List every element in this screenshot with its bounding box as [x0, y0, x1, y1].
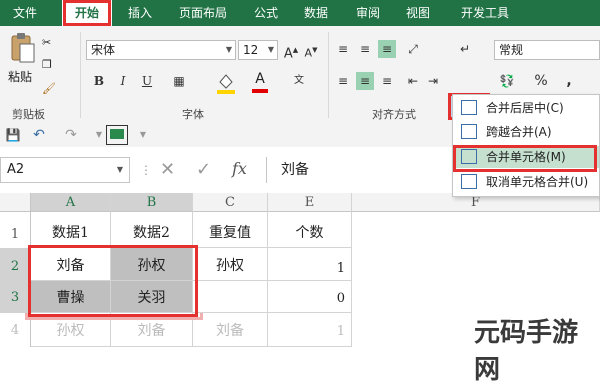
font-name-dropdown[interactable]: 宋体 ▼	[86, 40, 236, 60]
enter-icon[interactable]: ✓	[196, 159, 211, 180]
borders-icon[interactable]: ▦	[170, 72, 188, 90]
phonetic-icon[interactable]: 文	[290, 72, 308, 90]
number-format-value: 常规	[499, 43, 524, 57]
font-size-dropdown[interactable]: 12 ▼	[238, 40, 278, 60]
cell-a1[interactable]: 数据1	[31, 212, 111, 248]
wrap-text-icon[interactable]: ↵	[456, 40, 474, 58]
align-center-icon[interactable]: ≡	[356, 72, 374, 90]
column-header-e[interactable]: E	[268, 193, 352, 212]
column-header-c[interactable]: C	[193, 193, 268, 212]
menu-item-merge-center[interactable]: 合并后居中(C)	[453, 97, 599, 119]
grow-font-button[interactable]: A▲	[282, 41, 300, 61]
row-header-3[interactable]: 3	[0, 281, 31, 313]
align-left-icon[interactable]: ≡	[334, 72, 352, 90]
fill-color-button[interactable]	[216, 72, 236, 94]
merge-cells-highlight	[453, 145, 597, 172]
chevron-down-icon: ▼	[225, 45, 232, 54]
chevron-down-icon: ▼	[267, 45, 274, 54]
group-divider	[80, 32, 81, 118]
redo-icon[interactable]: ↷	[62, 126, 80, 144]
cell-e4[interactable]: 1	[268, 313, 352, 347]
tab-formulas[interactable]: 公式	[246, 0, 286, 26]
tab-data[interactable]: 数据	[296, 0, 336, 26]
currency-icon[interactable]: 💱	[498, 72, 516, 90]
save-icon[interactable]: 💾	[4, 126, 22, 144]
undo-icon[interactable]: ↶	[30, 126, 48, 144]
row-header-2[interactable]: 2	[0, 248, 31, 281]
name-box[interactable]: A2 ▼	[0, 157, 130, 183]
cell-c4[interactable]: 刘备	[193, 313, 268, 347]
selection-shadow	[25, 313, 203, 320]
column-header-a[interactable]: A	[31, 193, 111, 212]
number-format-dropdown[interactable]: 常规	[494, 40, 600, 60]
tab-file[interactable]: 文件	[0, 0, 50, 26]
tab-review[interactable]: 审阅	[348, 0, 388, 26]
resize-handle[interactable]: ⋮	[140, 157, 152, 183]
font-name-value: 宋体	[91, 43, 116, 57]
italic-button[interactable]: I	[114, 72, 132, 90]
customize-icon[interactable]: ▼	[134, 126, 152, 144]
font-group-label: 字体	[182, 108, 204, 121]
cancel-icon[interactable]: ✕	[160, 159, 175, 180]
fill-bucket-icon	[217, 74, 235, 94]
cell-e1[interactable]: 个数	[268, 212, 352, 248]
cell-c3[interactable]	[193, 281, 268, 313]
clipboard-group-label: 剪贴板	[12, 108, 45, 121]
paste-label: 粘贴	[8, 70, 33, 84]
tab-view[interactable]: 视图	[398, 0, 438, 26]
paste-icon	[11, 33, 35, 63]
orientation-icon[interactable]: ⤢	[404, 40, 422, 58]
percent-button[interactable]: %	[532, 72, 550, 90]
align-middle-icon[interactable]: ≡	[356, 40, 374, 58]
screen-icon[interactable]	[106, 125, 128, 145]
align-right-icon[interactable]: ≡	[378, 72, 396, 90]
alignment-group-label: 对齐方式	[372, 108, 416, 121]
decrease-indent-icon[interactable]: ⇤	[404, 72, 422, 90]
bold-button[interactable]: B	[90, 72, 108, 90]
merge-across-icon	[461, 124, 477, 139]
font-size-value: 12	[243, 43, 259, 57]
column-header-b[interactable]: B	[111, 193, 193, 212]
tab-insert[interactable]: 插入	[120, 0, 160, 26]
chevron-down-icon: ▼	[116, 165, 123, 174]
row-header-1[interactable]: 1	[0, 212, 31, 248]
font-color-button[interactable]: A	[250, 71, 270, 93]
home-tab-highlight	[63, 0, 111, 26]
selection-highlight	[28, 245, 198, 317]
cell-e3[interactable]: 0	[268, 281, 352, 313]
tab-page-layout[interactable]: 页面布局	[168, 0, 238, 26]
format-painter-icon[interactable]: 🖌	[42, 82, 56, 95]
merge-center-icon	[461, 100, 477, 115]
increase-indent-icon[interactable]: ⇥	[424, 72, 442, 90]
select-all-corner[interactable]	[0, 193, 31, 212]
cell-e2[interactable]: 1	[268, 248, 352, 281]
align-bottom-icon[interactable]: ≡	[378, 40, 396, 58]
watermark-logo: 元码手游网	[470, 312, 600, 386]
shrink-font-button[interactable]: A▼	[302, 41, 320, 60]
cut-icon[interactable]: ✂	[42, 36, 51, 49]
comma-button[interactable]: ,	[560, 72, 578, 90]
align-top-icon[interactable]: ≡	[334, 40, 352, 58]
unmerge-icon	[461, 174, 477, 189]
copy-icon[interactable]: ❐	[42, 58, 52, 71]
font-color-icon: A	[255, 71, 265, 87]
group-divider	[328, 32, 329, 118]
insert-function-button[interactable]: fx	[232, 159, 247, 178]
paste-button[interactable]	[10, 32, 36, 64]
menu-item-merge-across[interactable]: 跨越合并(A)	[453, 121, 599, 143]
tab-developer[interactable]: 开发工具	[450, 0, 520, 26]
menu-item-unmerge[interactable]: 取消单元格合并(U)	[453, 171, 599, 193]
underline-button[interactable]: U	[138, 72, 156, 90]
cell-c2[interactable]: 孙权	[193, 248, 268, 281]
cell-b1[interactable]: 数据2	[111, 212, 193, 248]
cell-c1[interactable]: 重复值	[193, 212, 268, 248]
